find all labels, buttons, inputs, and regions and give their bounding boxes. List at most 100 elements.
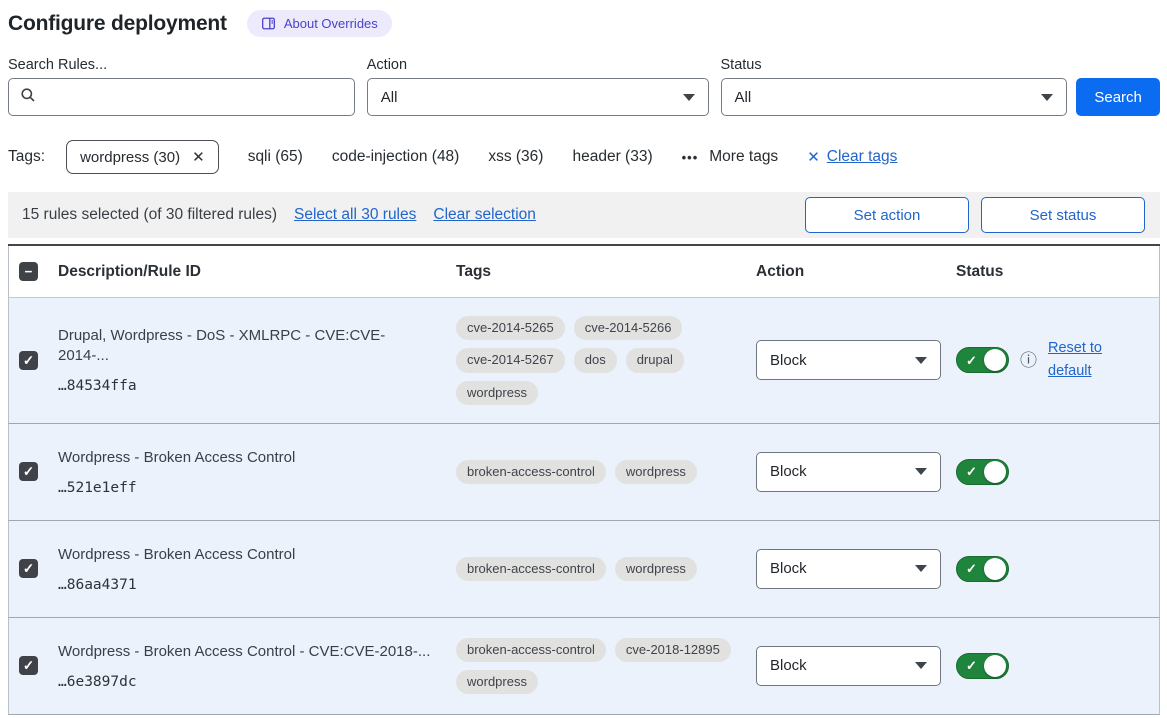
table-row: ✓ Wordpress - Broken Access Control …86a… — [8, 521, 1160, 618]
action-dropdown[interactable]: Block — [756, 452, 941, 492]
close-icon: ✕ — [807, 148, 820, 166]
info-icon[interactable]: ⓘ — [1020, 352, 1037, 369]
select-all-rules-link[interactable]: Select all 30 rules — [294, 206, 416, 224]
tag-pill: cve-2014-5265 — [456, 316, 565, 340]
tag-pill: broken-access-control — [456, 460, 606, 484]
rule-tags: broken-access-control wordpress — [456, 460, 756, 484]
status-toggle[interactable]: ✓ — [956, 556, 1009, 582]
rule-id: …521e1eff — [58, 480, 434, 496]
col-description: Description/Rule ID — [58, 263, 456, 281]
rule-description: Wordpress - Broken Access Control — [58, 448, 434, 468]
table-row: ✓ Drupal, Wordpress - DoS - XMLRPC - CVE… — [8, 298, 1160, 424]
tag-option[interactable]: code-injection (48) — [332, 148, 460, 166]
check-icon: ✓ — [23, 562, 34, 576]
configure-deployment-page: Configure deployment About Overrides Sea… — [0, 0, 1167, 715]
col-status: Status — [956, 263, 1159, 281]
selection-summary: 15 rules selected (of 30 filtered rules) — [22, 206, 277, 224]
selected-tag-label: wordpress (30) — [80, 149, 180, 166]
filters-bar: Search Rules... Action All Status — [8, 57, 1160, 116]
page-title: Configure deployment — [8, 12, 227, 36]
check-icon: ✓ — [966, 354, 977, 367]
col-tags: Tags — [456, 263, 756, 281]
status-filter-select[interactable]: All — [721, 78, 1068, 116]
table-row: ✓ Wordpress - Broken Access Control - CV… — [8, 618, 1160, 715]
chevron-down-icon — [915, 662, 927, 669]
tags-bar: Tags: wordpress (30) ✕ sqli (65) code-inj… — [8, 140, 1160, 174]
chevron-down-icon — [683, 94, 695, 101]
action-dropdown-value: Block — [770, 560, 807, 577]
check-icon: ✓ — [966, 465, 977, 478]
tag-pill: cve-2014-5266 — [574, 316, 683, 340]
toggle-knob — [984, 349, 1006, 371]
ellipsis-icon: ••• — [682, 150, 699, 165]
tag-pill: wordpress — [456, 670, 538, 694]
search-icon — [20, 87, 36, 108]
rule-id: …86aa4371 — [58, 577, 434, 593]
status-filter-label: Status — [721, 57, 1068, 73]
rule-id: …84534ffa — [58, 378, 434, 394]
remove-tag-icon[interactable]: ✕ — [192, 148, 205, 166]
check-icon: ✓ — [23, 659, 34, 673]
check-icon: ✓ — [23, 465, 34, 479]
search-input[interactable] — [45, 88, 343, 107]
row-checkbox[interactable]: ✓ — [19, 351, 38, 370]
table-body: ✓ Drupal, Wordpress - DoS - XMLRPC - CVE… — [8, 298, 1160, 715]
page-header: Configure deployment About Overrides — [8, 10, 1160, 37]
table-header: − Description/Rule ID Tags Action Status — [8, 246, 1160, 298]
more-tags-button[interactable]: ••• More tags — [682, 148, 779, 166]
tag-pill: broken-access-control — [456, 557, 606, 581]
clear-selection-link[interactable]: Clear selection — [433, 206, 536, 224]
status-filter-value: All — [735, 89, 752, 106]
select-all-checkbox[interactable]: − — [19, 262, 38, 281]
row-checkbox[interactable]: ✓ — [19, 559, 38, 578]
rule-description: Drupal, Wordpress - DoS - XMLRPC - CVE:C… — [58, 326, 434, 365]
toggle-knob — [984, 655, 1006, 677]
tag-pill: cve-2018-12895 — [615, 638, 731, 662]
action-dropdown[interactable]: Block — [756, 646, 941, 686]
row-checkbox[interactable]: ✓ — [19, 462, 38, 481]
status-toggle[interactable]: ✓ — [956, 653, 1009, 679]
action-dropdown-value: Block — [770, 657, 807, 674]
action-filter-label: Action — [367, 57, 709, 73]
tag-pill: wordpress — [456, 381, 538, 405]
rule-id: …6e3897dc — [58, 674, 434, 690]
status-toggle[interactable]: ✓ — [956, 459, 1009, 485]
col-action: Action — [756, 263, 956, 281]
tag-pill: drupal — [626, 348, 684, 372]
action-dropdown-value: Block — [770, 463, 807, 480]
tag-option[interactable]: sqli (65) — [248, 148, 303, 166]
tag-pill: cve-2014-5267 — [456, 348, 565, 372]
tag-option[interactable]: header (33) — [572, 148, 652, 166]
set-status-button[interactable]: Set status — [981, 197, 1145, 233]
check-icon: ✓ — [966, 562, 977, 575]
status-toggle[interactable]: ✓ — [956, 347, 1009, 373]
clear-tags-button[interactable]: ✕ Clear tags — [807, 148, 897, 166]
chevron-down-icon — [915, 357, 927, 364]
tag-option[interactable]: xss (36) — [488, 148, 543, 166]
action-dropdown[interactable]: Block — [756, 340, 941, 380]
action-dropdown[interactable]: Block — [756, 549, 941, 589]
rule-description: Wordpress - Broken Access Control — [58, 545, 434, 565]
tag-pill: wordpress — [615, 460, 697, 484]
tags-label: Tags: — [8, 148, 45, 166]
toggle-knob — [984, 558, 1006, 580]
about-overrides-badge[interactable]: About Overrides — [247, 10, 392, 37]
action-filter-select[interactable]: All — [367, 78, 709, 116]
rule-tags: broken-access-controlwordpress — [456, 557, 756, 581]
rule-description: Wordpress - Broken Access Control - CVE:… — [58, 642, 434, 662]
check-icon: ✓ — [23, 354, 34, 368]
selection-bar: 15 rules selected (of 30 filtered rules)… — [8, 192, 1160, 238]
search-button[interactable]: Search — [1076, 78, 1160, 116]
toggle-knob — [984, 461, 1006, 483]
rule-tags: cve-2014-5265 cve-2014-5266 cve-2014-5267 d… — [456, 316, 756, 405]
search-input-box — [8, 78, 355, 116]
tag-pill: dos — [574, 348, 617, 372]
chevron-down-icon — [915, 565, 927, 572]
rules-table: − Description/Rule ID Tags Action Status… — [8, 244, 1160, 715]
selected-tag-wordpress[interactable]: wordpress (30) ✕ — [66, 140, 219, 174]
rule-tags: broken-access-controlcve-2018-12895wordp… — [456, 638, 756, 695]
row-checkbox[interactable]: ✓ — [19, 656, 38, 675]
reset-to-default-link[interactable]: Reset to default — [1048, 337, 1114, 383]
set-action-button[interactable]: Set action — [805, 197, 969, 233]
indeterminate-icon: − — [25, 265, 33, 279]
